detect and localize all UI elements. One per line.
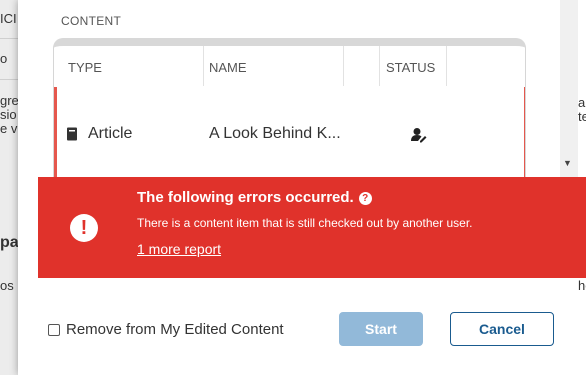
checked-out-user-icon (411, 127, 427, 148)
column-divider (446, 46, 447, 86)
remove-from-edited-checkbox[interactable] (48, 324, 60, 336)
error-title-text: The following errors occurred. (137, 189, 354, 206)
column-divider (203, 46, 204, 86)
bg-text: te (578, 109, 586, 124)
error-message: There is a content item that is still ch… (137, 216, 473, 230)
checkbox-label[interactable]: Remove from My Edited Content (66, 321, 284, 338)
bg-text: o (0, 51, 8, 66)
cancel-button[interactable]: Cancel (450, 312, 554, 346)
more-report-link[interactable]: 1 more report (137, 241, 221, 257)
article-icon (66, 127, 78, 146)
column-header-status[interactable]: STATUS (386, 60, 435, 75)
bg-text: ICI (0, 11, 17, 26)
column-header-type[interactable]: TYPE (68, 60, 102, 75)
bg-text: pa (0, 234, 19, 251)
bg-text: gre (0, 93, 19, 108)
type-cell: Article (88, 125, 133, 142)
content-table: TYPE NAME STATUS Article A Look Behind K… (53, 38, 526, 180)
column-divider (379, 46, 380, 86)
help-icon[interactable]: ? (358, 192, 372, 205)
table-row[interactable]: Article A Look Behind K... (54, 87, 525, 179)
divider (0, 79, 18, 80)
bg-text: sio (0, 107, 17, 122)
column-header-name[interactable]: NAME (209, 60, 247, 75)
bg-text: os (0, 278, 14, 293)
section-label: CONTENT (61, 14, 122, 28)
start-workflow-dialog: ▼ CONTENT TYPE NAME STATUS Article A Loo… (18, 0, 586, 375)
scrollbar[interactable] (560, 0, 578, 182)
error-title: The following errors occurred.? (137, 189, 372, 206)
name-cell[interactable]: A Look Behind K... (209, 125, 341, 143)
error-banner: ! The following errors occurred.? There … (38, 177, 586, 278)
error-alert-icon: ! (70, 214, 98, 242)
bg-text: he (578, 278, 586, 293)
bg-text: a (578, 95, 586, 110)
divider (0, 38, 18, 39)
start-button[interactable]: Start (339, 312, 423, 346)
scroll-down-icon[interactable]: ▼ (563, 158, 572, 168)
column-divider (343, 46, 344, 86)
bg-text: e v (0, 121, 18, 136)
